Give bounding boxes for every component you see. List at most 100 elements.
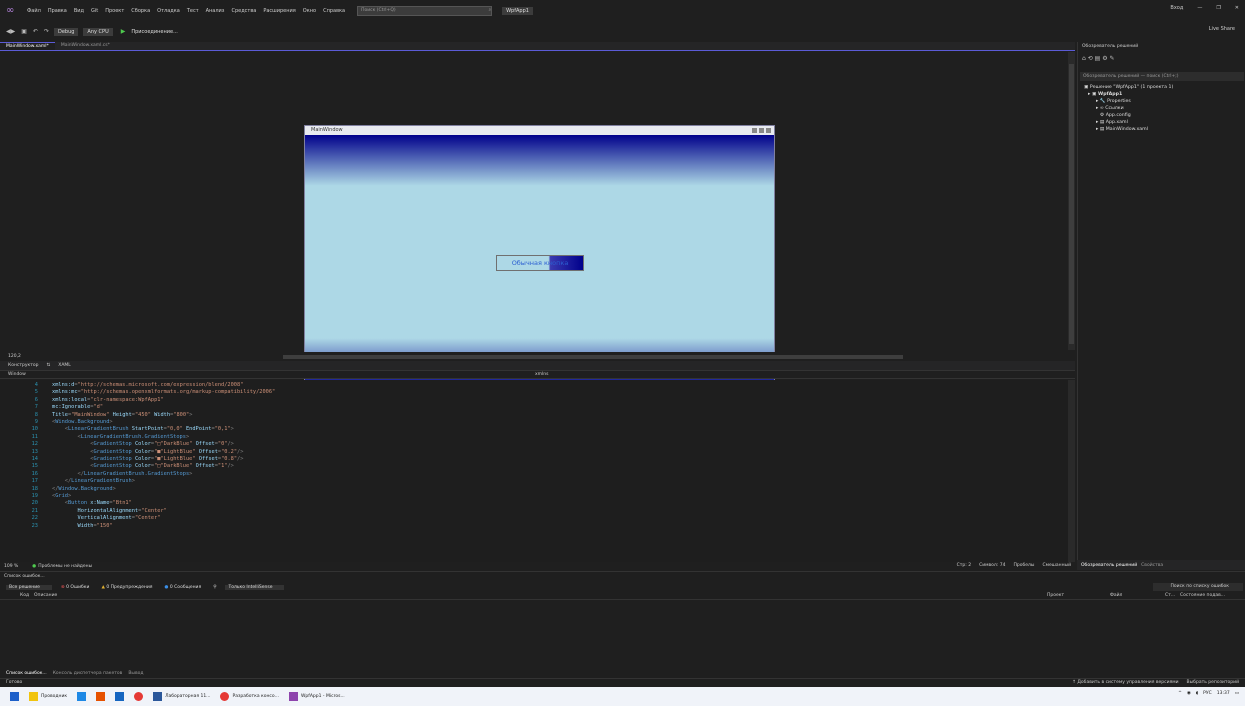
clock[interactable]: 13:37 [1217, 691, 1230, 696]
tree-item-app-config[interactable]: ⚙ App.config [1100, 113, 1131, 118]
restore-icon[interactable]: ❐ [1216, 5, 1220, 11]
run-icon[interactable]: ▶ [121, 28, 126, 35]
menu-item-file[interactable]: Файл [27, 8, 41, 14]
attach-button[interactable]: Присоединение... [131, 29, 177, 35]
code-line[interactable]: 21 HorizontalAlignment="Center" [0, 508, 1060, 515]
menu-item-tools[interactable]: Средства [231, 8, 256, 14]
code-line[interactable]: 19 <Grid> [0, 493, 1060, 500]
scope-dropdown[interactable]: Все решение [6, 585, 52, 590]
live-share-button[interactable]: Live Share [1209, 26, 1235, 32]
scroll-thumb[interactable] [1069, 64, 1074, 344]
tab-package-manager-console[interactable]: Консоль диспетчера пакетов [53, 671, 123, 676]
col-file[interactable]: Файл [1110, 593, 1122, 598]
code-line[interactable]: 20 <Button x:Name="Btn1" [0, 500, 1060, 507]
menu-item-git[interactable]: Git [91, 8, 98, 14]
platform-dropdown[interactable]: Any CPU [83, 27, 113, 36]
errors-filter-button[interactable]: ⊗ 0 Ошибки [58, 585, 93, 590]
col-code[interactable]: Код [20, 593, 29, 598]
code-line[interactable]: 22 VerticalAlignment="Center" [0, 515, 1060, 522]
tab-solution-explorer[interactable]: Обозреватель решений [1081, 563, 1137, 568]
back-icon[interactable]: ◀▶ [6, 28, 15, 35]
code-line[interactable]: 4 xmlns:d="http://schemas.microsoft.com/e… [0, 382, 1060, 389]
solution-toolbar-icons[interactable]: ⌂ ⟲ ▤ ⚙ ✎ [1082, 55, 1115, 62]
filter-icon[interactable]: ⚲ [210, 585, 219, 590]
notification-icon[interactable]: ▭ [1235, 691, 1239, 696]
code-line[interactable]: 6 xmlns:local="clr-namespace:WpfApp1" [0, 397, 1060, 404]
designer-vertical-scrollbar[interactable] [1068, 52, 1075, 350]
signin-link[interactable]: Вход [1170, 5, 1183, 11]
tab-properties[interactable]: Свойства [1141, 563, 1163, 568]
tree-item-mainwindow-xaml[interactable]: ▸ ▤ MainWindow.xaml [1096, 127, 1148, 132]
project-node[interactable]: ▸ ▣ WpfApp1 [1088, 92, 1122, 97]
member-dropdown[interactable]: xmlns [535, 372, 549, 377]
code-line[interactable]: 17 </LinearGradientBrush> [0, 478, 1060, 485]
code-line[interactable]: 18 </Window.Background> [0, 486, 1060, 493]
global-search-input[interactable]: Поиск (Ctrl+Q) ⌕ [357, 5, 493, 16]
taskbar-app[interactable] [96, 692, 106, 701]
tree-item-properties[interactable]: ▸ 🔧 Properties [1096, 99, 1131, 104]
taskbar-explorer[interactable]: Проводник [29, 692, 67, 701]
intellisense-dropdown[interactable]: Только IntelliSense [225, 585, 285, 590]
minimize-icon[interactable]: — [1197, 5, 1202, 11]
wpf-window-preview[interactable]: MainWindow Обычная кнопка [304, 125, 775, 390]
menu-item-view[interactable]: Вид [74, 8, 84, 14]
code-line[interactable]: 8 Title="MainWindow" Height="450" Width="… [0, 412, 1060, 419]
problems-status[interactable]: Проблемы не найдены [38, 564, 92, 569]
taskbar-app[interactable] [77, 692, 87, 701]
whitespace-indicator[interactable]: Пробелы [1013, 563, 1034, 568]
menu-item-help[interactable]: Справка [323, 8, 345, 14]
taskbar-visual-studio[interactable]: WpfApp1 - Micros... [288, 692, 345, 701]
undo-icon[interactable]: ↶ [33, 28, 38, 35]
code-line[interactable]: 15 <GradientStop Color="□"DarkBlue" Offs… [0, 463, 1060, 470]
tray-chevron-icon[interactable]: ^ [1178, 691, 1182, 696]
solution-search-input[interactable]: Обозреватель решений — поиск (Ctrl+;) [1080, 72, 1244, 81]
taskbar-app[interactable] [115, 692, 125, 701]
btn1-button[interactable]: Обычная кнопка [496, 255, 584, 271]
language-indicator[interactable]: РУС [1203, 691, 1212, 696]
tab-designer[interactable]: Конструктор [8, 363, 38, 368]
solution-node[interactable]: ▣ Решение "WpfApp1" (1 проекта 1) [1084, 85, 1173, 90]
code-line[interactable]: 12 <GradientStop Color="□"DarkBlue" Offs… [0, 441, 1060, 448]
col-suppression-state[interactable]: Состояние подав... [1180, 593, 1225, 598]
editor-zoom[interactable]: 109 % [4, 564, 18, 569]
menu-item-debug[interactable]: Отладка [157, 8, 180, 14]
tab-xaml[interactable]: XAML [58, 363, 71, 368]
volume-icon[interactable]: ◖ [1196, 691, 1198, 696]
code-line[interactable]: 13 <GradientStop Color="■"LightBlue" Off… [0, 449, 1060, 456]
code-line[interactable]: 23 Width="150" [0, 523, 1060, 530]
redo-icon[interactable]: ↷ [44, 28, 49, 35]
error-search-input[interactable]: Поиск по списку ошибок [1153, 583, 1243, 591]
code-line[interactable]: 16 </LinearGradientBrush.GradientStops> [0, 471, 1060, 478]
code-line[interactable]: 11 <LinearGradientBrush.GradientStops> [0, 434, 1060, 441]
configuration-dropdown[interactable]: Debug [53, 27, 79, 36]
menu-item-window[interactable]: Окно [303, 8, 316, 14]
taskbar-browser[interactable] [134, 692, 144, 701]
xaml-designer-surface[interactable]: MainWindow Обычная кнопка [0, 52, 1068, 390]
menu-item-extensions[interactable]: Расширения [263, 8, 295, 14]
menu-item-build[interactable]: Сборка [131, 8, 150, 14]
code-line[interactable]: 14 <GradientStop Color="■"LightBlue" Off… [0, 456, 1060, 463]
code-vertical-scrollbar[interactable] [1068, 380, 1075, 562]
tree-item-references[interactable]: ▸ ∞ Ссылки [1096, 106, 1124, 111]
xaml-code-editor[interactable]: 4 xmlns:d="http://schemas.microsoft.com/e… [0, 380, 1068, 562]
add-to-source-control-button[interactable]: ↑ Добавить в систему управления версиями [1072, 680, 1178, 685]
tab-mainwindow-xaml[interactable]: MainWindow.xaml* [0, 42, 55, 50]
code-line[interactable]: 5 xmlns:mc="http://schemas.openxmlformats… [0, 389, 1060, 396]
project-name-badge[interactable]: WpfApp1 [502, 6, 533, 15]
menu-item-project[interactable]: Проект [105, 8, 124, 14]
taskbar-word[interactable]: Лабораторная 11... [153, 692, 210, 701]
menu-item-test[interactable]: Тест [187, 8, 199, 14]
save-icon[interactable]: ▣ [21, 28, 27, 35]
start-button[interactable] [10, 692, 19, 701]
designer-zoom-level[interactable]: 120,2 [8, 354, 21, 359]
tab-error-list[interactable]: Список ошибок... [6, 671, 47, 676]
code-line[interactable]: 9 <Window.Background> [0, 419, 1060, 426]
wpf-window-client-area[interactable]: Обычная кнопка [305, 135, 774, 389]
tree-item-app-xaml[interactable]: ▸ ▤ App.xaml [1096, 120, 1128, 125]
messages-filter-button[interactable]: ● 0 Сообщения [162, 585, 205, 590]
taskbar-browser-2[interactable]: Разработка консо... [220, 692, 279, 701]
code-line[interactable]: 7 mc:Ignorable="d" [0, 404, 1060, 411]
col-project[interactable]: Проект [1047, 593, 1064, 598]
tab-output[interactable]: Вывод [128, 671, 143, 676]
code-line[interactable]: 10 <LinearGradientBrush StartPoint="0,0"… [0, 426, 1060, 433]
